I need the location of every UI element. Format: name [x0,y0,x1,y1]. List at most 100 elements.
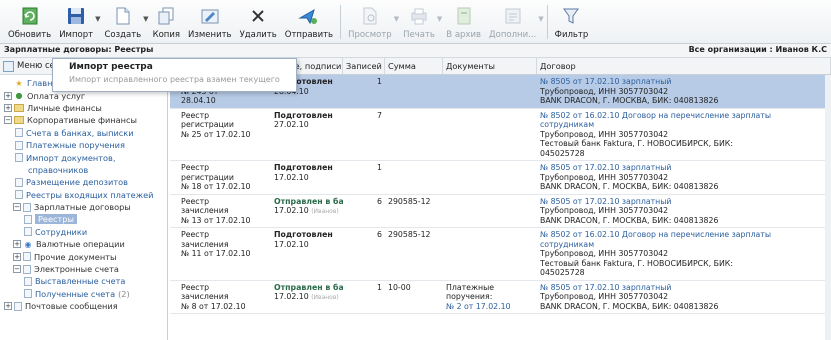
preview-button[interactable]: Просмотр [344,5,396,43]
row-marker [170,281,178,314]
sidebar-item[interactable]: справочников [0,164,167,176]
column-header-documents[interactable]: Документы [443,58,537,74]
table-row[interactable]: Реестр регистрации № 25 от 17.02.10 Подгото… [170,109,831,161]
documents-cell[interactable] [443,195,537,228]
delete-button[interactable]: Удалить [236,5,281,43]
contract-link[interactable]: № 8502 от 16.02.10 Договор на перечислен… [540,111,828,121]
import-button[interactable]: Импорт [55,5,97,43]
filter-button[interactable]: Фильтр [551,5,593,43]
documents-cell[interactable] [443,161,537,194]
expand-icon[interactable]: + [4,302,12,311]
contract-link[interactable]: № 8505 от 17.02.10 зарплатный [540,77,828,87]
contract-link[interactable]: № 8502 от 16.02.10 Договор на перечислен… [540,230,828,240]
contract-cell[interactable]: № 8502 от 16.02.10 Договор на перечислен… [537,228,831,280]
column-header-records[interactable]: Записей [343,58,385,74]
contract-cell[interactable]: № 8505 от 17.02.10 зарплатный Трубопровод… [537,195,831,228]
more-button[interactable]: Дополни... [485,5,540,43]
contract-cell[interactable]: № 8502 от 16.02.10 Договор на перечислен… [537,109,831,161]
documents-cell[interactable] [443,109,537,161]
sidebar-item[interactable]: Реестры входящих платежей [0,189,167,201]
sidebar-item[interactable]: Размещение депозитов [0,176,167,188]
contract-cell[interactable]: № 8505 от 17.02.10 зарплатный Трубопровод… [537,161,831,194]
sidebar-item-label: Реестры входящих платежей [26,189,154,200]
expand-icon[interactable]: + [4,91,12,100]
row-marker [170,228,178,280]
expand-icon[interactable]: + [13,252,21,261]
sidebar-item[interactable]: − Электронные счета [0,263,167,275]
send-button[interactable]: Отправить [281,5,337,43]
document-icon [23,264,31,274]
document-cell[interactable]: Реестр зачисления № 8 от 17.02.10 [178,281,271,314]
create-button[interactable]: Создать [100,5,145,43]
document-cell[interactable]: Реестр зачисления № 11 от 17.02.10 [178,228,271,280]
expand-icon[interactable]: + [13,240,21,249]
sum-cell: 10-00 [388,282,411,292]
item-count-badge: (2) [118,288,130,299]
documents-cell[interactable]: Платежные поручения: № 2 от 17.02.10 [443,281,537,314]
sidebar-item[interactable]: Выставленные счета [0,275,167,287]
cell-line: Реестр [181,282,210,292]
status-date-line: 17.02.10 [274,173,340,183]
import-register-menu-item[interactable]: Импорт реестра [53,59,296,74]
cell-line: 045025728 [540,148,585,158]
column-header-sum[interactable]: Сумма [385,58,443,74]
page-title: Зарплатные договоры: Реестры [4,45,154,54]
contract-cell[interactable]: № 8505 от 17.02.10 зарплатный Трубопровод… [537,281,831,314]
status-cell: Подготовлен 17.02.10 [271,228,343,280]
archive-button[interactable]: В архив [442,5,485,43]
document-cell[interactable]: Реестр регистрации № 25 от 17.02.10 [178,109,271,161]
collapse-icon[interactable]: − [4,116,12,125]
import-corrected-register-menu-item[interactable]: Импорт исправленного реестра взамен теку… [53,74,296,84]
collapse-icon[interactable]: − [13,203,21,212]
sidebar-item[interactable]: Полученные счета (2) [0,288,167,300]
contract-link[interactable]: сотрудникам [540,240,828,250]
cell-line: Тестовый банк Faktura, Г. НОВОСИБИРСК, Б… [540,139,733,148]
collapse-icon[interactable]: − [13,265,21,274]
edit-button[interactable]: Изменить [184,5,236,43]
navigation-tree: ★Главная страница+●Оплата услуг+Личные ф… [0,75,167,312]
copy-button[interactable]: Копия [149,5,184,43]
contract-cell[interactable]: № 8505 от 17.02.10 зарплатный Трубопровод… [537,75,831,108]
document-cell[interactable]: Реестр регистрации № 18 от 17.02.10 [178,161,271,194]
cell-line: Реестр [181,230,210,239]
expand-icon[interactable]: + [4,103,12,112]
table-row[interactable]: Реестр зачисления № 11 от 17.02.10 Подготов… [170,228,831,281]
sidebar-item-label: Выставленные счета [35,276,126,287]
create-label: Создать [104,30,142,40]
contract-link[interactable]: № 8505 от 17.02.10 зарплатный [540,197,828,207]
print-button[interactable]: Печать [399,5,439,43]
table-row[interactable]: Реестр зачисления № 13 от 17.02.10 Отправле… [170,195,831,228]
documents-cell[interactable] [443,228,537,280]
vertical-scrollbar[interactable] [825,75,831,340]
sidebar-item[interactable]: + Личные финансы [0,102,167,114]
document-cell[interactable]: Реестр зачисления № 13 от 17.02.10 [178,195,271,228]
status-badge: Подготовлен [274,230,333,239]
sidebar-item[interactable]: Сотрудники [0,226,167,238]
column-header-contract[interactable]: Договор [537,58,831,74]
contract-link[interactable]: № 8505 от 17.02.10 зарплатный [540,283,828,293]
refresh-button[interactable]: Обновить [4,5,55,43]
table-row[interactable]: Реестр регистрации № 18 от 17.02.10 Подгото… [170,161,831,195]
sidebar-item[interactable]: Платежные поручения [0,139,167,151]
contract-link[interactable]: № 8505 от 17.02.10 зарплатный [540,163,828,173]
sidebar-item-label: Прочие документы [34,251,117,262]
cell-line: № 18 от 17.02.10 [181,182,251,191]
sidebar-item[interactable]: Реестры [0,213,167,225]
cell-line: № 11 от 17.02.10 [181,249,251,258]
print-label: Печать [403,30,435,40]
archive-icon [457,7,471,25]
cell-line[interactable]: № 2 от 17.02.10 [446,302,534,312]
sidebar-item[interactable]: Счета в банках, выписки [0,127,167,139]
sidebar-item[interactable]: + ◉ Валютные операции [0,238,167,250]
more-dropdown-arrow-icon[interactable]: ▼ [538,15,543,23]
sidebar-item[interactable]: + Прочие документы [0,250,167,262]
documents-cell[interactable] [443,75,537,108]
sidebar-item[interactable]: − Зарплатные договоры [0,201,167,213]
sidebar-item[interactable]: + Почтовые сообщения [0,300,167,312]
table-row[interactable]: Реестр зачисления № 8 от 17.02.10 Отправлен… [170,281,831,314]
cell-line: зачисления [181,239,229,249]
sidebar-item[interactable]: Импорт документов, [0,151,167,163]
contract-link[interactable]: сотрудникам [540,120,828,130]
sidebar-item[interactable]: − Корпоративные финансы [0,114,167,126]
cell-line: Трубопровод, ИНН 3057703042 [540,292,669,301]
